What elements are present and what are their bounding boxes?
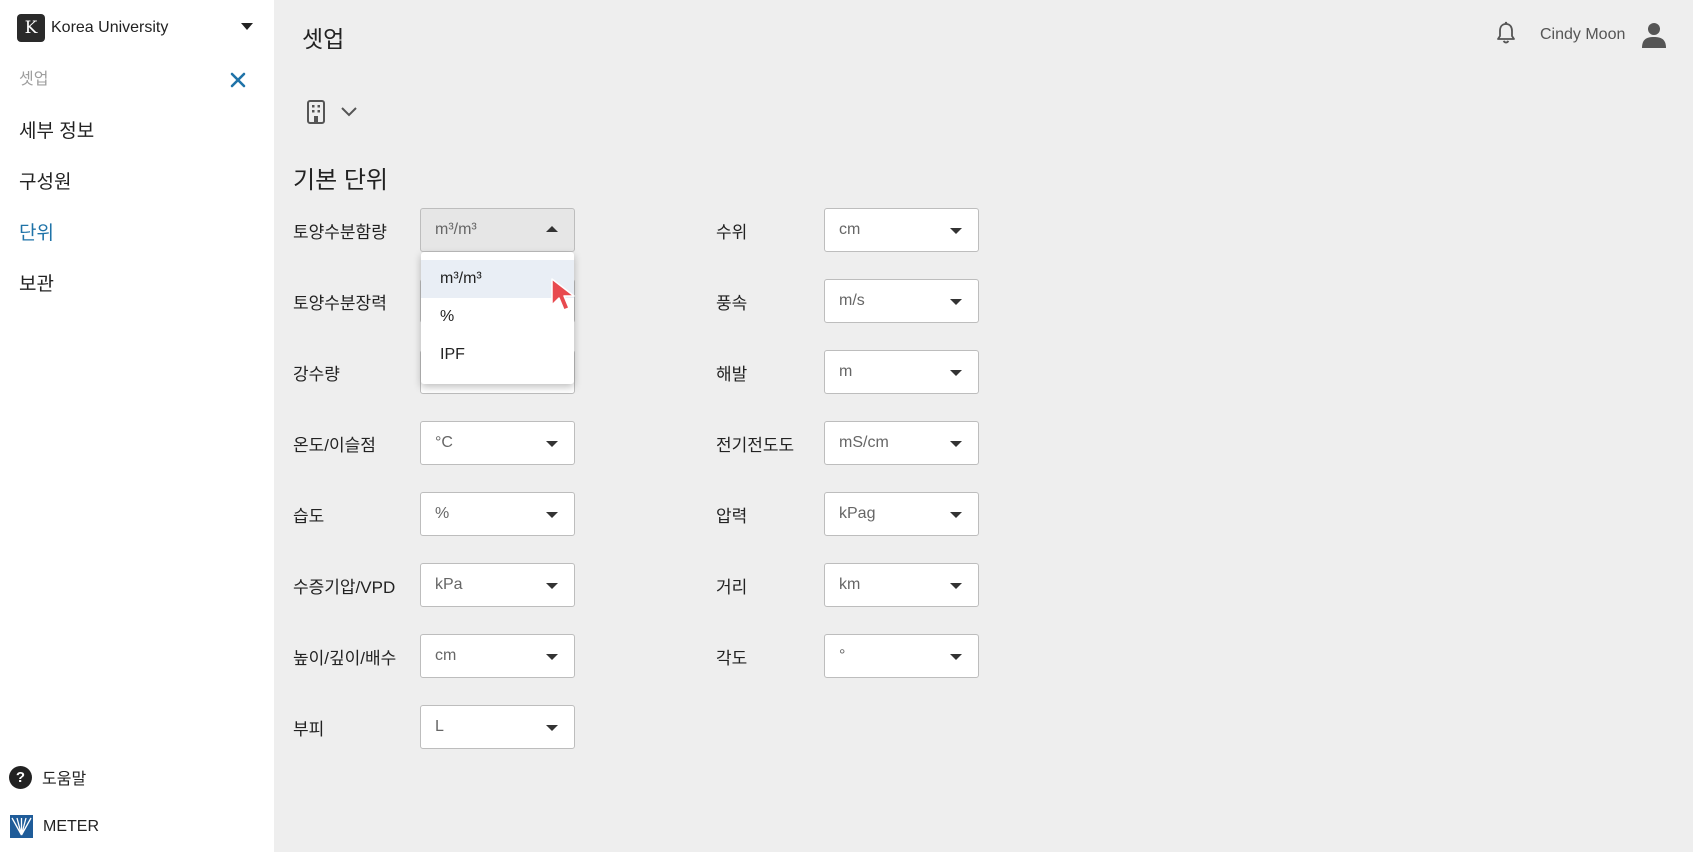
- label-electrical-conductivity: 전기전도도: [716, 436, 795, 455]
- select-value: kPa: [435, 576, 463, 593]
- caret-down-icon: [950, 370, 962, 376]
- select-humidity[interactable]: %: [420, 492, 575, 536]
- select-value: °C: [435, 434, 453, 451]
- select-value: mS/cm: [839, 434, 889, 451]
- caret-down-icon: [546, 512, 558, 518]
- label-angle: 각도: [716, 649, 748, 668]
- label-distance: 거리: [716, 578, 748, 597]
- brand-label: METER: [43, 817, 99, 835]
- caret-up-icon: [546, 226, 558, 232]
- sidebar-section-header: 셋업: [19, 68, 249, 92]
- org-switcher[interactable]: K Korea University: [17, 14, 257, 42]
- select-volume[interactable]: L: [420, 705, 575, 749]
- caret-down-icon: [950, 583, 962, 589]
- menu-option[interactable]: IPF: [421, 336, 574, 374]
- select-value: kPag: [839, 505, 876, 522]
- label-wind-speed: 풍속: [716, 294, 748, 313]
- help-link[interactable]: ? 도움말: [9, 765, 86, 789]
- caret-down-icon: [950, 654, 962, 660]
- sidebar: K Korea University 셋업 세부 정보 구성원 단위 보관 ? …: [0, 0, 274, 852]
- user-avatar-icon[interactable]: [1642, 22, 1666, 48]
- select-height-depth[interactable]: cm: [420, 634, 575, 678]
- close-icon[interactable]: [229, 71, 247, 89]
- sidebar-section-title: 셋업: [19, 71, 49, 88]
- caret-down-icon: [546, 654, 558, 660]
- user-name[interactable]: Cindy Moon: [1540, 26, 1625, 44]
- label-elevation: 해발: [716, 365, 748, 384]
- select-electrical-conductivity[interactable]: mS/cm: [824, 421, 979, 465]
- mouse-cursor-icon: [551, 278, 575, 311]
- section-title-base-units: 기본 단위: [293, 167, 388, 194]
- select-pressure[interactable]: kPag: [824, 492, 979, 536]
- select-value: m/s: [839, 292, 865, 309]
- select-value: m³/m³: [435, 221, 477, 238]
- select-value: m: [839, 363, 853, 380]
- select-value: %: [435, 505, 450, 522]
- page-title: 셋업: [302, 26, 345, 52]
- caret-down-icon: [950, 299, 962, 305]
- caret-down-icon: [546, 725, 558, 731]
- caret-down-icon: [546, 441, 558, 447]
- sidebar-item-archive[interactable]: 보관: [19, 269, 54, 296]
- label-height-depth: 높이/깊이/배수: [293, 649, 397, 668]
- meter-logo-icon: [10, 815, 33, 838]
- select-value: L: [435, 718, 444, 735]
- label-humidity: 습도: [293, 507, 325, 526]
- label-vapor-pressure: 수증기압/VPD: [293, 578, 396, 597]
- select-temperature-dewpoint[interactable]: °C: [420, 421, 575, 465]
- dropdown-menu-soil-water-content: m³/m³ % IPF: [421, 252, 574, 384]
- label-precipitation: 강수량: [293, 365, 340, 384]
- org-name: Korea University: [51, 19, 169, 36]
- select-distance[interactable]: km: [824, 563, 979, 607]
- label-pressure: 압력: [716, 507, 748, 526]
- label-soil-water-content: 토양수분함량: [293, 223, 387, 242]
- select-water-level[interactable]: cm: [824, 208, 979, 252]
- select-angle[interactable]: °: [824, 634, 979, 678]
- select-value: cm: [839, 221, 861, 238]
- meter-brand: METER: [10, 815, 99, 838]
- building-selector[interactable]: [306, 100, 358, 124]
- label-volume: 부피: [293, 720, 325, 739]
- select-elevation[interactable]: m: [824, 350, 979, 394]
- select-value: °: [839, 647, 846, 664]
- label-water-level: 수위: [716, 223, 748, 242]
- select-soil-water-content[interactable]: m³/m³: [420, 208, 575, 252]
- select-value: cm: [435, 647, 457, 664]
- sidebar-item-details[interactable]: 세부 정보: [19, 116, 94, 143]
- caret-down-icon: [546, 583, 558, 589]
- label-temperature-dewpoint: 온도/이슬점: [293, 436, 376, 455]
- building-icon: [307, 100, 325, 124]
- sidebar-item-units[interactable]: 단위: [19, 218, 54, 245]
- select-wind-speed[interactable]: m/s: [824, 279, 979, 323]
- help-label: 도움말: [42, 771, 87, 788]
- caret-down-icon: [950, 228, 962, 234]
- caret-down-icon: [241, 23, 253, 30]
- chevron-down-icon: [341, 107, 357, 117]
- label-soil-water-potential: 토양수분장력: [293, 294, 387, 313]
- caret-down-icon: [950, 441, 962, 447]
- sidebar-item-members[interactable]: 구성원: [19, 167, 71, 194]
- bell-icon[interactable]: [1495, 21, 1517, 45]
- select-value: km: [839, 576, 861, 593]
- help-icon: ?: [9, 765, 32, 789]
- caret-down-icon: [950, 512, 962, 518]
- select-vapor-pressure[interactable]: kPa: [420, 563, 575, 607]
- org-logo: K: [17, 14, 45, 42]
